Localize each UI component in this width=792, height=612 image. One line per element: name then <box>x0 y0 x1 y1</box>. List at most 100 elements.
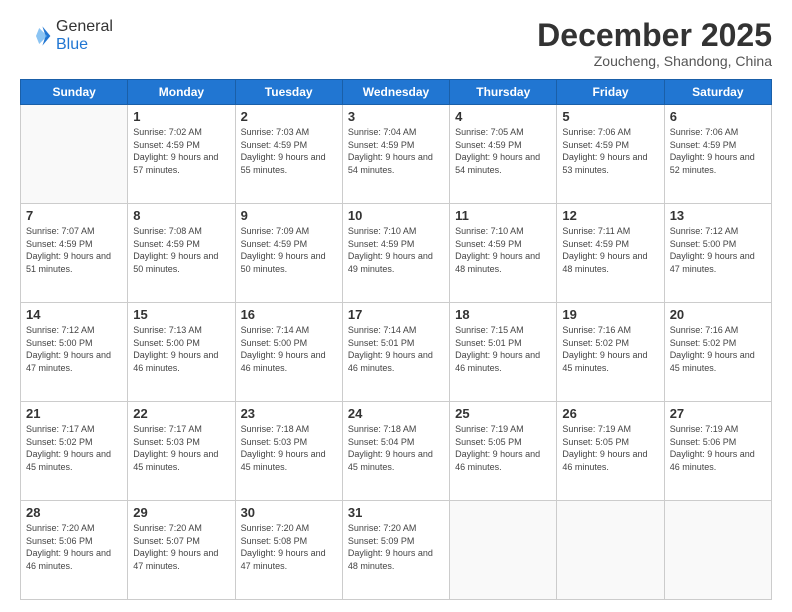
location: Zoucheng, Shandong, China <box>537 53 772 69</box>
calendar-week-row: 28Sunrise: 7:20 AMSunset: 5:06 PMDayligh… <box>21 501 772 600</box>
day-info: Sunrise: 7:09 AMSunset: 4:59 PMDaylight:… <box>241 225 337 275</box>
day-info: Sunrise: 7:17 AMSunset: 5:02 PMDaylight:… <box>26 423 122 473</box>
calendar-cell: 12 Sunrise: 7:11 AMSunset: 4:59 PMDayligh… <box>557 204 664 303</box>
day-info: Sunrise: 7:04 AMSunset: 4:59 PMDaylight:… <box>348 126 444 176</box>
calendar-cell: 26 Sunrise: 7:19 AMSunset: 5:05 PMDayligh… <box>557 402 664 501</box>
page: General Blue December 2025 Zoucheng, Sha… <box>0 0 792 612</box>
weekday-header: Thursday <box>450 80 557 105</box>
day-info: Sunrise: 7:20 AMSunset: 5:08 PMDaylight:… <box>241 522 337 572</box>
day-info: Sunrise: 7:05 AMSunset: 4:59 PMDaylight:… <box>455 126 551 176</box>
day-number: 6 <box>670 109 766 124</box>
day-number: 7 <box>26 208 122 223</box>
logo-text: General Blue <box>56 18 113 54</box>
calendar-cell: 7 Sunrise: 7:07 AMSunset: 4:59 PMDaylight… <box>21 204 128 303</box>
day-number: 21 <box>26 406 122 421</box>
weekday-header: Tuesday <box>235 80 342 105</box>
day-number: 19 <box>562 307 658 322</box>
calendar-cell: 4 Sunrise: 7:05 AMSunset: 4:59 PMDaylight… <box>450 105 557 204</box>
day-info: Sunrise: 7:14 AMSunset: 5:01 PMDaylight:… <box>348 324 444 374</box>
day-info: Sunrise: 7:08 AMSunset: 4:59 PMDaylight:… <box>133 225 229 275</box>
month-title: December 2025 <box>537 18 772 53</box>
calendar-cell: 11Sunrise: 7:10 AMSunset: 4:59 PMDayligh… <box>450 204 557 303</box>
calendar-cell: 19 Sunrise: 7:16 AMSunset: 5:02 PMDayligh… <box>557 303 664 402</box>
calendar-cell: 1Sunrise: 7:02 AMSunset: 4:59 PMDaylight… <box>128 105 235 204</box>
day-number: 9 <box>241 208 337 223</box>
calendar-week-row: 14 Sunrise: 7:12 AMSunset: 5:00 PMDayligh… <box>21 303 772 402</box>
day-number: 2 <box>241 109 337 124</box>
day-number: 11 <box>455 208 551 223</box>
calendar-cell: 23Sunrise: 7:18 AMSunset: 5:03 PMDayligh… <box>235 402 342 501</box>
day-number: 5 <box>562 109 658 124</box>
day-number: 22 <box>133 406 229 421</box>
day-number: 13 <box>670 208 766 223</box>
day-info: Sunrise: 7:20 AMSunset: 5:07 PMDaylight:… <box>133 522 229 572</box>
calendar-cell: 29 Sunrise: 7:20 AMSunset: 5:07 PMDayligh… <box>128 501 235 600</box>
calendar-cell: 24Sunrise: 7:18 AMSunset: 5:04 PMDayligh… <box>342 402 449 501</box>
calendar-cell: 18Sunrise: 7:15 AMSunset: 5:01 PMDayligh… <box>450 303 557 402</box>
day-number: 27 <box>670 406 766 421</box>
day-number: 14 <box>26 307 122 322</box>
calendar-cell: 22 Sunrise: 7:17 AMSunset: 5:03 PMDayligh… <box>128 402 235 501</box>
day-info: Sunrise: 7:19 AMSunset: 5:06 PMDaylight:… <box>670 423 766 473</box>
logo-blue: Blue <box>56 36 113 54</box>
logo-general: General <box>56 18 113 36</box>
calendar-cell <box>450 501 557 600</box>
calendar-cell: 30 Sunrise: 7:20 AMSunset: 5:08 PMDayligh… <box>235 501 342 600</box>
calendar-cell: 5 Sunrise: 7:06 AMSunset: 4:59 PMDaylight… <box>557 105 664 204</box>
day-info: Sunrise: 7:12 AMSunset: 5:00 PMDaylight:… <box>670 225 766 275</box>
day-info: Sunrise: 7:18 AMSunset: 5:03 PMDaylight:… <box>241 423 337 473</box>
calendar-week-row: 7 Sunrise: 7:07 AMSunset: 4:59 PMDaylight… <box>21 204 772 303</box>
day-number: 1 <box>133 109 229 124</box>
day-number: 24 <box>348 406 444 421</box>
calendar-week-row: 1Sunrise: 7:02 AMSunset: 4:59 PMDaylight… <box>21 105 772 204</box>
day-number: 10 <box>348 208 444 223</box>
weekday-header: Friday <box>557 80 664 105</box>
day-info: Sunrise: 7:11 AMSunset: 4:59 PMDaylight:… <box>562 225 658 275</box>
weekday-header: Saturday <box>664 80 771 105</box>
day-info: Sunrise: 7:17 AMSunset: 5:03 PMDaylight:… <box>133 423 229 473</box>
weekday-header: Wednesday <box>342 80 449 105</box>
calendar-cell: 8 Sunrise: 7:08 AMSunset: 4:59 PMDaylight… <box>128 204 235 303</box>
calendar-cell: 21 Sunrise: 7:17 AMSunset: 5:02 PMDayligh… <box>21 402 128 501</box>
day-number: 25 <box>455 406 551 421</box>
day-info: Sunrise: 7:16 AMSunset: 5:02 PMDaylight:… <box>670 324 766 374</box>
day-number: 31 <box>348 505 444 520</box>
calendar-cell: 10 Sunrise: 7:10 AMSunset: 4:59 PMDayligh… <box>342 204 449 303</box>
calendar-cell: 28Sunrise: 7:20 AMSunset: 5:06 PMDayligh… <box>21 501 128 600</box>
calendar-cell: 31 Sunrise: 7:20 AMSunset: 5:09 PMDayligh… <box>342 501 449 600</box>
day-number: 15 <box>133 307 229 322</box>
day-number: 3 <box>348 109 444 124</box>
calendar-cell: 2Sunrise: 7:03 AMSunset: 4:59 PMDaylight… <box>235 105 342 204</box>
day-number: 26 <box>562 406 658 421</box>
day-number: 17 <box>348 307 444 322</box>
calendar-cell: 6Sunrise: 7:06 AMSunset: 4:59 PMDaylight… <box>664 105 771 204</box>
day-number: 29 <box>133 505 229 520</box>
calendar-cell: 20 Sunrise: 7:16 AMSunset: 5:02 PMDayligh… <box>664 303 771 402</box>
day-number: 18 <box>455 307 551 322</box>
calendar-cell: 17 Sunrise: 7:14 AMSunset: 5:01 PMDayligh… <box>342 303 449 402</box>
day-info: Sunrise: 7:20 AMSunset: 5:09 PMDaylight:… <box>348 522 444 572</box>
day-info: Sunrise: 7:10 AMSunset: 4:59 PMDaylight:… <box>348 225 444 275</box>
logo: General Blue <box>20 18 113 54</box>
day-number: 20 <box>670 307 766 322</box>
day-number: 30 <box>241 505 337 520</box>
calendar-cell: 27 Sunrise: 7:19 AMSunset: 5:06 PMDayligh… <box>664 402 771 501</box>
day-number: 12 <box>562 208 658 223</box>
day-info: Sunrise: 7:12 AMSunset: 5:00 PMDaylight:… <box>26 324 122 374</box>
logo-icon <box>20 20 52 52</box>
calendar-cell: 14 Sunrise: 7:12 AMSunset: 5:00 PMDayligh… <box>21 303 128 402</box>
day-number: 8 <box>133 208 229 223</box>
title-area: December 2025 Zoucheng, Shandong, China <box>537 18 772 69</box>
day-number: 16 <box>241 307 337 322</box>
calendar-cell <box>557 501 664 600</box>
calendar-cell: 9 Sunrise: 7:09 AMSunset: 4:59 PMDaylight… <box>235 204 342 303</box>
day-info: Sunrise: 7:06 AMSunset: 4:59 PMDaylight:… <box>562 126 658 176</box>
day-info: Sunrise: 7:07 AMSunset: 4:59 PMDaylight:… <box>26 225 122 275</box>
weekday-header: Sunday <box>21 80 128 105</box>
day-number: 4 <box>455 109 551 124</box>
day-number: 28 <box>26 505 122 520</box>
day-info: Sunrise: 7:19 AMSunset: 5:05 PMDaylight:… <box>562 423 658 473</box>
calendar-cell: 25Sunrise: 7:19 AMSunset: 5:05 PMDayligh… <box>450 402 557 501</box>
day-info: Sunrise: 7:16 AMSunset: 5:02 PMDaylight:… <box>562 324 658 374</box>
calendar-cell <box>664 501 771 600</box>
